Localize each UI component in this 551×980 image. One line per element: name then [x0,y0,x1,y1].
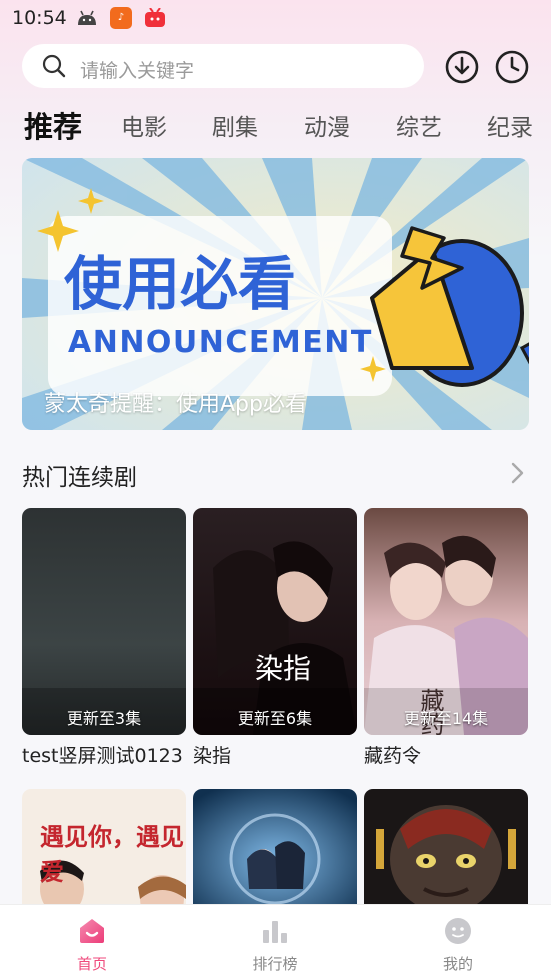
show-card[interactable]: 遇见你，遇见爱 [22,789,186,909]
search-input[interactable]: 请输入关键字 [22,44,424,88]
show-card[interactable]: 染指 更新至6集 [193,508,357,735]
banner-subheadline: ANNOUNCEMENT [68,325,373,360]
show-card[interactable]: 更新至3集 [22,508,186,735]
show-title[interactable]: 染指 [193,741,231,768]
episode-badge: 更新至6集 [237,709,313,728]
tab-recommend[interactable]: 推荐 [24,104,82,146]
poster-image: 染指 [193,508,357,735]
tab-documentary[interactable]: 纪录 [487,108,533,142]
show-title[interactable]: 藏药令 [364,741,421,768]
episode-badge: 更新至3集 [66,709,142,728]
app-notification-icon: ♪ [110,7,132,29]
nav-profile-label: 我的 [442,955,473,973]
search-icon [42,54,66,78]
android-icon [78,10,96,25]
home-icon [80,919,104,943]
poster-image [193,789,357,909]
poster-image: 藏药令 [364,508,528,735]
status-time: 10:54 [12,7,67,29]
status-bar: 10:54 ♪ [0,0,551,36]
search-placeholder: 请输入关键字 [80,60,195,82]
nav-ranking[interactable]: 排行榜 [215,905,335,980]
tab-variety[interactable]: 综艺 [396,108,442,142]
poster-image [364,789,528,909]
download-icon[interactable] [444,49,480,85]
chevron-right-icon[interactable] [506,460,528,486]
show-title[interactable]: test竖屏测试0123 [22,741,183,768]
nav-profile[interactable]: 我的 [398,905,518,980]
tab-series[interactable]: 剧集 [212,108,258,142]
section-title: 热门连续剧 [22,465,137,491]
nav-home-label: 首页 [76,955,107,973]
nav-ranking-label: 排行榜 [252,955,298,973]
episode-badge: 更新至14集 [403,709,489,728]
banner-caption: 蒙太奇提醒：使用App必看 [44,392,307,417]
tab-movies[interactable]: 电影 [121,108,167,142]
ranking-icon [263,921,287,943]
show-card[interactable]: 藏药令 更新至14集 [364,508,528,735]
tab-anime[interactable]: 动漫 [304,108,350,142]
poster-title-text: 染指 [255,652,311,685]
poster-image [22,508,186,735]
poster-title-text: 遇见你，遇见爱 [40,822,184,886]
category-tabs: 推荐 电影 剧集 动漫 综艺 纪录 [0,100,551,148]
bottom-nav: 首页 排行榜 我的 [0,904,551,980]
nav-home[interactable]: 首页 [32,905,152,980]
tv-app-icon [145,8,165,27]
show-card[interactable] [364,789,528,909]
announcement-banner[interactable]: 使用必看 ANNOUNCEMENT 蒙太奇提醒：使用App必看 [22,158,529,430]
profile-icon [445,918,471,944]
show-card[interactable] [193,789,357,909]
banner-headline: 使用必看 [64,250,296,318]
history-icon[interactable] [494,49,530,85]
